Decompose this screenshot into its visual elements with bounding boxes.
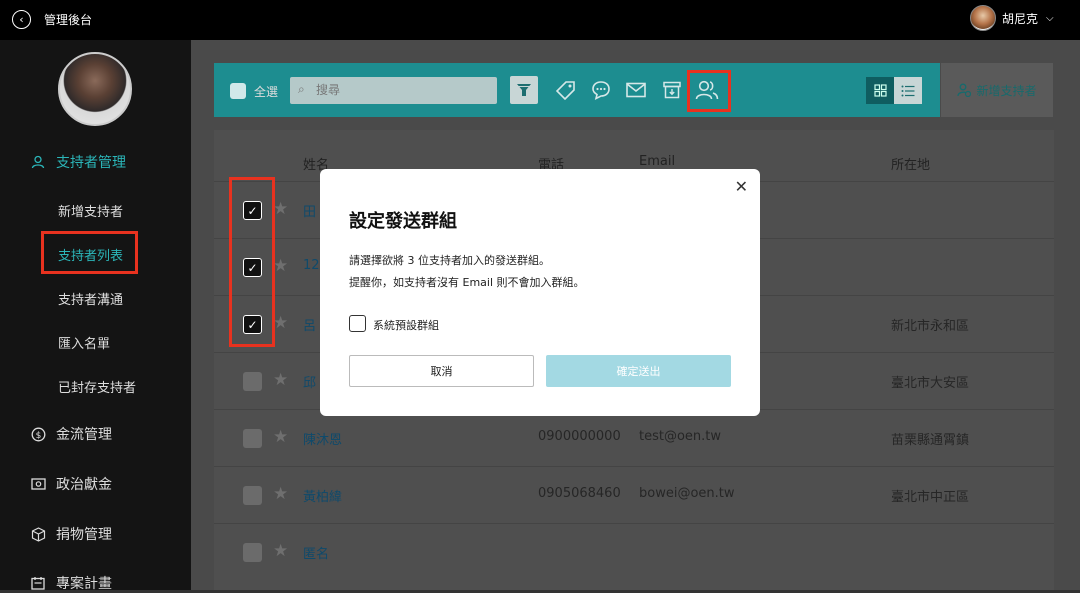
user-name: 胡尼克 — [1002, 11, 1039, 26]
supporter-name[interactable]: 呂 — [303, 315, 316, 334]
sidebar-item-political-donation[interactable]: 政治獻金 — [30, 474, 112, 494]
row-checkbox[interactable] — [243, 486, 262, 505]
row-checkbox[interactable] — [243, 429, 262, 448]
sidebar-item-label: 金流管理 — [56, 427, 112, 443]
user-avatar — [970, 5, 996, 31]
star-icon[interactable]: ★ — [273, 541, 288, 561]
sidebar-subitem-archived-supporters[interactable]: 已封存支持者 — [58, 377, 136, 396]
supporter-phone: 0900000000 — [538, 429, 621, 444]
sidebar-subitem-supporter-communication[interactable]: 支持者溝通 — [58, 289, 123, 308]
grid-view-button[interactable] — [866, 77, 894, 104]
mail-icon — [626, 82, 646, 98]
star-icon[interactable]: ★ — [273, 256, 288, 276]
message-button[interactable] — [587, 76, 615, 104]
table-row[interactable]: ★ 匿名 — [214, 523, 1054, 580]
sidebar-item-finance[interactable]: $ 金流管理 — [30, 424, 112, 444]
column-header-location[interactable]: 所在地 — [891, 154, 930, 173]
sidebar-subitem-add-supporter[interactable]: 新增支持者 — [58, 201, 123, 220]
star-icon[interactable]: ★ — [273, 313, 288, 333]
search-input[interactable] — [316, 81, 486, 99]
add-supporter-label: 新增支持者 — [976, 83, 1037, 98]
supporter-location: 新北市永和區 — [891, 319, 970, 334]
sidebar: 支持者管理 新增支持者 支持者列表 支持者溝通 匯入名單 已封存支持者 $ 金流… — [0, 40, 191, 593]
chevron-down-icon: ⌵ — [1046, 12, 1054, 24]
search-box: ⌕ — [290, 77, 497, 104]
highlight-box — [229, 177, 275, 347]
supporter-name[interactable]: 陳沐恩 — [303, 429, 342, 448]
sidebar-item-label: 支持者管理 — [56, 155, 126, 171]
set-group-dialog: ✕ 設定發送群組 請選擇欲將 3 位支持者加入的發送群組。 提醒你，如支持者沒有… — [320, 169, 760, 416]
highlight-box — [41, 231, 138, 274]
supporter-location: 苗栗縣通霄鎮 — [891, 433, 970, 448]
tag-icon — [556, 81, 575, 100]
toolbar: 全選 ⌕ — [214, 63, 940, 117]
user-icon — [30, 154, 46, 170]
star-icon[interactable]: ★ — [273, 484, 288, 504]
add-user-icon — [957, 83, 972, 97]
sidebar-item-donation-goods[interactable]: 捐物管理 — [30, 524, 112, 544]
dialog-note: 提醒你，如支持者沒有 Email 則不會加入群組。 — [349, 276, 585, 289]
sidebar-subitem-import-list[interactable]: 匯入名單 — [58, 333, 110, 352]
dialog-message: 請選擇欲將 3 位支持者加入的發送群組。 — [349, 254, 550, 267]
list-view-button[interactable] — [894, 77, 922, 104]
user-menu[interactable]: 胡尼克 ⌵ — [970, 5, 1054, 31]
cash-icon — [30, 476, 46, 492]
table-row[interactable]: ★ 黃柏緯 0905068460 bowei@oen.tw 臺北市中正區 — [214, 466, 1054, 523]
box-icon — [30, 526, 46, 542]
search-icon: ⌕ — [298, 82, 305, 96]
table-row[interactable]: ★ 陳沐恩 0900000000 test@oen.tw 苗栗縣通霄鎮 — [214, 409, 1054, 466]
sidebar-item-label: 捐物管理 — [56, 527, 112, 543]
star-icon[interactable]: ★ — [273, 370, 288, 390]
sidebar-item-label: 政治獻金 — [56, 477, 112, 493]
app-title: 管理後台 — [44, 13, 93, 27]
calendar-icon — [30, 575, 46, 591]
archive-button[interactable] — [658, 76, 686, 104]
row-checkbox[interactable] — [243, 372, 262, 391]
supporter-name[interactable]: 田 — [303, 201, 316, 220]
highlight-box — [687, 70, 731, 112]
sidebar-item-project-plan[interactable]: 專案計畫 — [30, 573, 112, 593]
default-group-checkbox[interactable] — [349, 315, 366, 332]
star-icon[interactable]: ★ — [273, 427, 288, 447]
archive-icon — [663, 81, 681, 99]
list-icon — [901, 85, 915, 96]
column-header-email[interactable]: Email — [639, 154, 675, 169]
back-icon[interactable]: ‹ — [12, 10, 31, 29]
filter-icon — [517, 84, 531, 96]
profile-avatar — [58, 52, 132, 126]
filter-button[interactable] — [510, 76, 538, 104]
add-supporter-button[interactable]: 新增支持者 — [941, 63, 1053, 117]
default-group-label: 系統預設群組 — [373, 319, 439, 332]
top-bar: ‹ 管理後台 胡尼克 ⌵ — [0, 0, 1080, 40]
svg-text:$: $ — [35, 431, 41, 441]
supporter-phone: 0905068460 — [538, 486, 621, 501]
select-all-label: 全選 — [254, 85, 279, 99]
grid-icon — [873, 84, 887, 97]
supporter-location: 臺北市中正區 — [891, 490, 970, 505]
supporter-email: bowei@oen.tw — [639, 486, 735, 501]
cancel-button[interactable]: 取消 — [349, 355, 534, 387]
supporter-name[interactable]: 匿名 — [303, 543, 329, 562]
dollar-icon: $ — [30, 426, 46, 442]
sidebar-item-supporter-management[interactable]: 支持者管理 — [30, 152, 126, 172]
sidebar-item-label: 專案計畫 — [56, 576, 112, 592]
email-button[interactable] — [622, 76, 650, 104]
select-all-checkbox[interactable] — [230, 83, 246, 99]
close-icon[interactable]: ✕ — [735, 177, 748, 196]
star-icon[interactable]: ★ — [273, 199, 288, 219]
chat-bubble-icon — [592, 81, 610, 100]
tag-button[interactable] — [552, 76, 580, 104]
supporter-name[interactable]: 黃柏緯 — [303, 486, 342, 505]
supporter-location: 臺北市大安區 — [891, 376, 970, 391]
supporter-name[interactable]: 12 — [303, 258, 320, 273]
supporter-email: test@oen.tw — [639, 429, 722, 444]
submit-button[interactable]: 確定送出 — [546, 355, 731, 387]
supporter-name[interactable]: 邱 — [303, 372, 316, 391]
dialog-title: 設定發送群組 — [349, 211, 457, 232]
row-checkbox[interactable] — [243, 543, 262, 562]
